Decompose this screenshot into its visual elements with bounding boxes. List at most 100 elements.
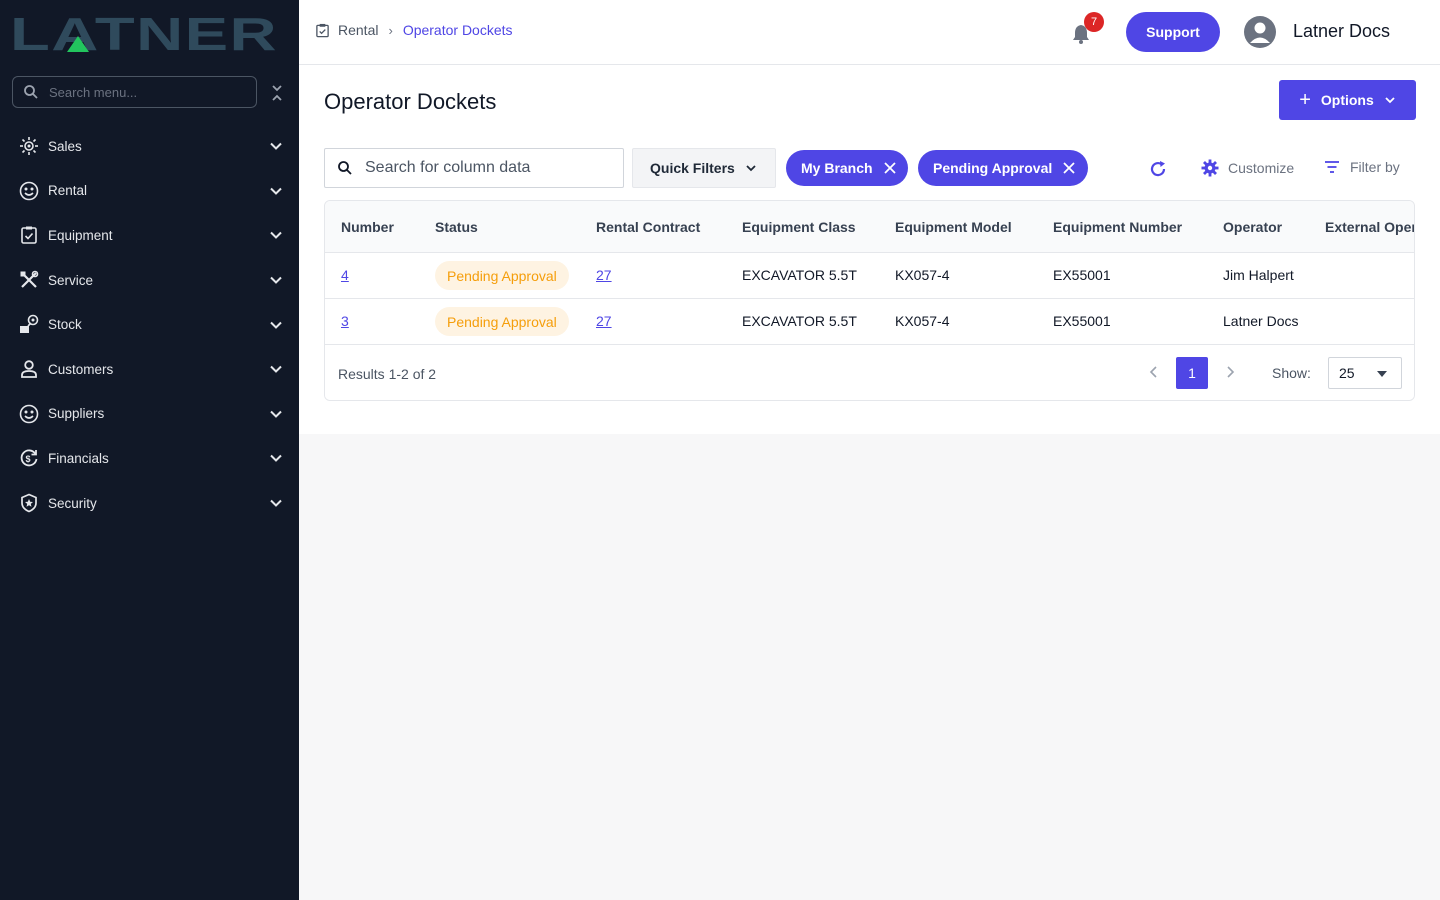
sidebar-item-stock[interactable]: Stock: [0, 302, 299, 347]
column-header[interactable]: Status: [435, 219, 478, 235]
sidebar-item-suppliers[interactable]: Suppliers: [0, 392, 299, 437]
table-row[interactable]: 3 Pending Approval 27 EXCAVATOR 5.5T KX0…: [325, 298, 1414, 344]
sidebar-item-label: Stock: [48, 317, 82, 333]
filter-by-label: Filter by: [1350, 159, 1400, 175]
user-name[interactable]: Latner Docs: [1293, 21, 1390, 42]
column-search-input[interactable]: [365, 159, 605, 177]
chevron-down-icon: [270, 366, 282, 374]
search-icon: [338, 161, 352, 175]
service-icon: [18, 269, 40, 291]
column-header[interactable]: Rental Contract: [596, 219, 700, 235]
breadcrumb: Rental › Operator Dockets: [315, 22, 513, 38]
rental-contract-link[interactable]: 27: [596, 313, 612, 329]
security-icon: [18, 492, 40, 514]
sidebar-item-label: Security: [48, 495, 97, 511]
sidebar-item-label: Equipment: [48, 227, 113, 243]
stock-icon: [18, 314, 40, 336]
top-header: Rental › Operator Dockets 7 Support Latn…: [299, 0, 1440, 65]
chevron-down-icon: [1385, 97, 1395, 104]
docket-number-link[interactable]: 4: [341, 267, 349, 283]
sidebar-item-label: Suppliers: [48, 406, 105, 422]
sidebar-item-security[interactable]: Security: [0, 481, 299, 526]
column-header[interactable]: Equipment Number: [1053, 219, 1182, 235]
notification-badge: 7: [1084, 12, 1104, 32]
chip-label: My Branch: [801, 160, 873, 176]
column-header[interactable]: External Oper: [1325, 219, 1414, 235]
filter-icon: [1325, 161, 1339, 173]
sidebar-item-equipment[interactable]: Equipment: [0, 213, 299, 258]
sidebar-item-label: Financials: [48, 450, 109, 466]
column-search[interactable]: [324, 148, 624, 188]
options-button[interactable]: + Options: [1279, 80, 1416, 120]
equipment-model-cell: KX057-4: [895, 267, 950, 283]
operator-cell: Jim Halpert: [1223, 267, 1294, 283]
chevron-down-icon: [270, 321, 282, 329]
rental-breadcrumb-icon: [316, 23, 329, 37]
column-header[interactable]: Equipment Class: [742, 219, 856, 235]
customize-label: Customize: [1228, 160, 1295, 176]
page-size-label: Show:: [1272, 365, 1311, 381]
menu-search[interactable]: [12, 76, 257, 108]
breadcrumb-operator-dockets[interactable]: Operator Dockets: [403, 22, 513, 38]
column-header[interactable]: Operator: [1223, 219, 1282, 235]
filter-chip-my-branch[interactable]: My Branch: [786, 150, 908, 186]
search-icon: [24, 85, 38, 99]
sidebar-item-customers[interactable]: Customers: [0, 347, 299, 392]
latner-logo[interactable]: LATNER: [10, 12, 280, 54]
chevron-down-icon: [270, 455, 282, 463]
chevron-down-icon: [270, 232, 282, 240]
breadcrumb-separator-icon: ›: [388, 22, 393, 38]
customize-button[interactable]: Customize: [1201, 159, 1294, 177]
chevron-down-icon: [270, 499, 282, 507]
menu-search-input[interactable]: [49, 84, 249, 100]
suppliers-icon: [18, 403, 40, 425]
equipment-number-cell: EX55001: [1053, 267, 1111, 283]
quick-filters-label: Quick Filters: [650, 160, 735, 176]
support-button[interactable]: Support: [1126, 12, 1220, 52]
sidebar-item-label: Customers: [48, 361, 114, 377]
table-footer: Results 1-2 of 2 1 Show: 25: [325, 344, 1414, 400]
chevron-down-icon: [746, 165, 756, 172]
dockets-table: Number Status Rental Contract Equipment …: [324, 200, 1415, 401]
quick-filters-button[interactable]: Quick Filters: [632, 148, 776, 188]
close-icon[interactable]: [1062, 161, 1076, 175]
sidebar-item-sales[interactable]: Sales: [0, 124, 299, 169]
chevron-right-icon[interactable]: [1223, 365, 1237, 379]
column-header[interactable]: Equipment Model: [895, 219, 1012, 235]
chevron-left-icon[interactable]: [1147, 365, 1161, 379]
docket-number-link[interactable]: 3: [341, 313, 349, 329]
sidebar-item-service[interactable]: Service: [0, 258, 299, 303]
rental-contract-link[interactable]: 27: [596, 267, 612, 283]
close-icon[interactable]: [883, 161, 897, 175]
filter-by-button[interactable]: Filter by: [1324, 159, 1400, 175]
page-size-select[interactable]: 25: [1328, 357, 1402, 389]
equipment-model-cell: KX057-4: [895, 313, 950, 329]
sidebar: LATNER Sales Rental Equipment Service: [0, 0, 299, 900]
collapse-sidebar-button[interactable]: [268, 82, 286, 104]
financials-icon: $: [18, 447, 40, 469]
chip-label: Pending Approval: [933, 160, 1053, 176]
refresh-icon[interactable]: [1148, 159, 1168, 179]
breadcrumb-rental[interactable]: Rental: [338, 22, 378, 38]
chevron-down-icon: [270, 143, 282, 151]
sales-icon: [18, 135, 40, 157]
sidebar-item-financials[interactable]: $ Financials: [0, 436, 299, 481]
svg-text:$: $: [26, 454, 31, 464]
results-count: Results 1-2 of 2: [338, 366, 437, 382]
sidebar-item-rental[interactable]: Rental: [0, 169, 299, 214]
status-badge: Pending Approval: [435, 307, 569, 336]
chevron-down-icon: [270, 410, 282, 418]
gear-icon: [1201, 159, 1219, 177]
customers-icon: [18, 358, 40, 380]
equipment-number-cell: EX55001: [1053, 313, 1111, 329]
page-button-current[interactable]: 1: [1176, 357, 1208, 389]
svg-text:LATNER: LATNER: [10, 12, 278, 54]
caret-down-icon: [1377, 371, 1387, 377]
page-size-value: 25: [1339, 365, 1355, 381]
table-row[interactable]: 4 Pending Approval 27 EXCAVATOR 5.5T KX0…: [325, 252, 1414, 298]
filter-chip-pending-approval[interactable]: Pending Approval: [918, 150, 1088, 186]
column-header[interactable]: Number: [341, 219, 394, 235]
sidebar-item-label: Service: [48, 272, 94, 288]
equipment-icon: [18, 224, 40, 246]
avatar[interactable]: [1244, 16, 1276, 48]
